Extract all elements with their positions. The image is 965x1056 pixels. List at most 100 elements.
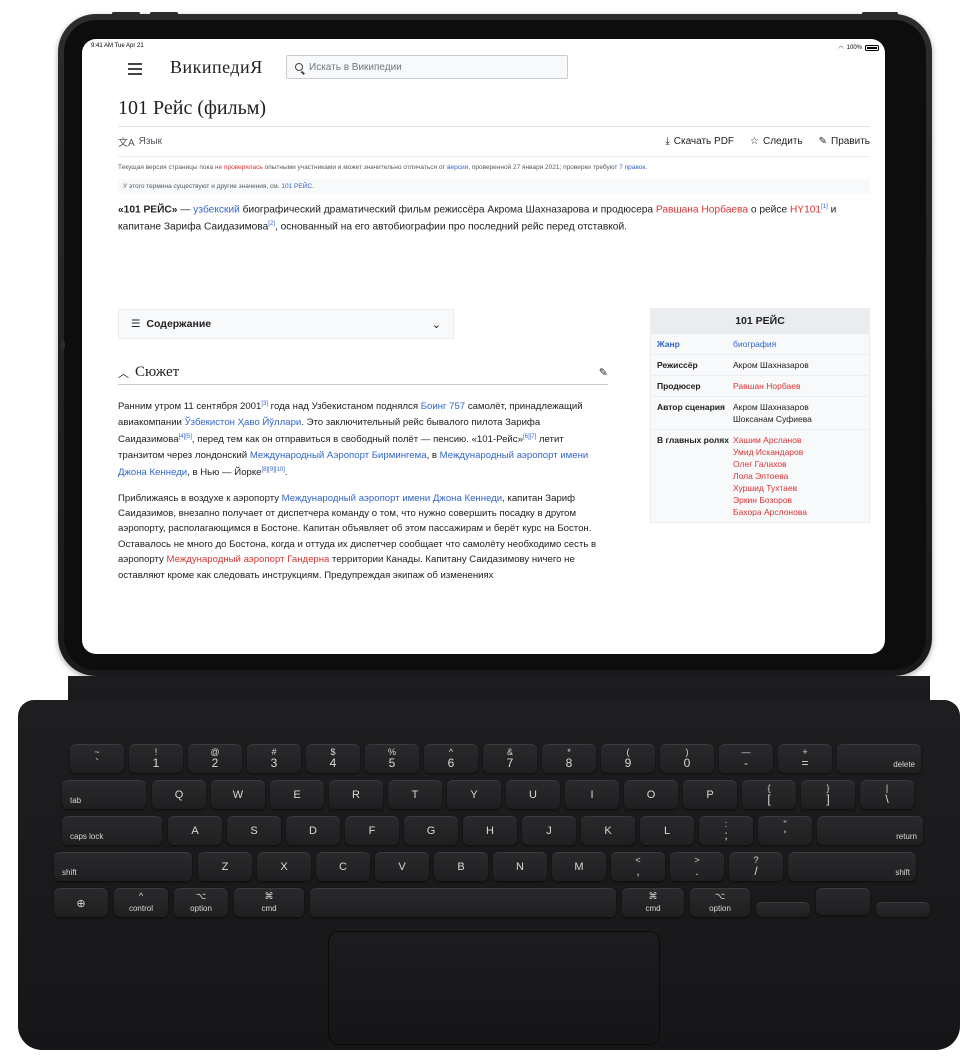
key[interactable]: O	[624, 780, 678, 809]
cmd-key[interactable]: ⌘ cmd	[234, 888, 304, 917]
key[interactable]: #3	[247, 744, 301, 773]
key[interactable]: ^ 6	[424, 744, 478, 773]
notice-link[interactable]: 7 правок	[619, 164, 645, 171]
cast-link[interactable]: Эркин Бозоров	[733, 494, 863, 506]
key[interactable]: H	[463, 816, 517, 845]
key[interactable]: >.	[670, 852, 724, 881]
key[interactable]: B	[434, 852, 488, 881]
para-link[interactable]: Боинг 757	[421, 401, 465, 412]
delete-key[interactable]: delete	[837, 744, 921, 773]
space-key[interactable]	[310, 888, 616, 917]
key[interactable]: F	[345, 816, 399, 845]
hatnote-link[interactable]: 101 РЕЙС	[281, 183, 312, 190]
footnote-ref[interactable]: [6][7]	[523, 434, 536, 440]
infobox-value[interactable]: Равшан Норбаев	[733, 380, 863, 392]
tab-key[interactable]: tab	[62, 780, 146, 809]
key[interactable]: * 8	[542, 744, 596, 773]
key[interactable]: D	[286, 816, 340, 845]
download-pdf-button[interactable]: ⤓ Скачать PDF	[665, 136, 734, 147]
key[interactable]: X	[257, 852, 311, 881]
key[interactable]: ? /	[729, 852, 783, 881]
key[interactable]: $4	[306, 744, 360, 773]
notice-link[interactable]: версии	[447, 164, 468, 171]
key[interactable]: | \	[860, 780, 914, 809]
section-heading[interactable]: ︿ Сюжет ✎	[118, 361, 608, 385]
toc-toggle[interactable]: ☰ Содержание ⌄	[118, 309, 454, 339]
shift-key[interactable]: shift	[788, 852, 916, 881]
watch-button[interactable]: ☆ Следить	[750, 136, 803, 147]
arrow-left-key[interactable]	[756, 902, 810, 917]
arrow-up-key[interactable]	[816, 888, 870, 915]
key[interactable]: }]	[801, 780, 855, 809]
key[interactable]: W	[211, 780, 265, 809]
key[interactable]: M	[552, 852, 606, 881]
menu-icon[interactable]	[128, 63, 142, 75]
infobox-key[interactable]: Жанр	[657, 338, 733, 350]
lead-link[interactable]: Равшана Норбаева	[656, 204, 748, 215]
key[interactable]: ! 1	[129, 744, 183, 773]
key[interactable]: L	[640, 816, 694, 845]
return-key[interactable]: return	[817, 816, 923, 845]
infobox-value[interactable]: биография	[733, 338, 863, 350]
footnote-ref[interactable]: [8][9][10]	[262, 467, 285, 473]
cmd-key[interactable]: ⌘ cmd	[622, 888, 684, 917]
globe-key[interactable]: ⊕	[54, 888, 108, 917]
key[interactable]: S	[227, 816, 281, 845]
cast-link[interactable]: Хуршид Тухтаев	[733, 482, 863, 494]
key[interactable]: — -	[719, 744, 773, 773]
key[interactable]: :;	[699, 816, 753, 845]
key[interactable]: K	[581, 816, 635, 845]
footnote-ref[interactable]: [3]	[261, 401, 268, 407]
shift-key[interactable]: shift	[54, 852, 192, 881]
cast-link[interactable]: Хашим Арсланов	[733, 434, 863, 446]
key[interactable]: + =	[778, 744, 832, 773]
control-key[interactable]: ^ control	[114, 888, 168, 917]
key[interactable]: ~ `	[70, 744, 124, 773]
key[interactable]: & 7	[483, 744, 537, 773]
footnote-ref[interactable]: [1]	[821, 204, 828, 210]
key[interactable]: @2	[188, 744, 242, 773]
option-key[interactable]: ⌥ option	[690, 888, 750, 917]
key[interactable]: " '	[758, 816, 812, 845]
key[interactable]: N	[493, 852, 547, 881]
para-link[interactable]: Международный аэропорт Гандерна	[167, 554, 330, 565]
wiki-logo[interactable]: ВикипедиЯ	[170, 57, 263, 78]
section-edit-icon[interactable]: ✎	[599, 366, 608, 379]
arrow-right-key[interactable]	[876, 902, 930, 917]
key[interactable]: ) 0	[660, 744, 714, 773]
key[interactable]: (9	[601, 744, 655, 773]
key[interactable]: % 5	[365, 744, 419, 773]
key[interactable]: T	[388, 780, 442, 809]
key[interactable]: I	[565, 780, 619, 809]
lead-link[interactable]: узбекский	[193, 204, 240, 215]
cast-link[interactable]: Бахора Арслонова	[733, 506, 863, 518]
key[interactable]: Z	[198, 852, 252, 881]
caps-lock-key[interactable]: caps lock	[62, 816, 162, 845]
key[interactable]: R	[329, 780, 383, 809]
option-key[interactable]: ⌥ option	[174, 888, 228, 917]
para-link[interactable]: Международный аэропорт имени Джона Кенне…	[282, 493, 502, 504]
notice-link[interactable]: не проверялась	[215, 164, 263, 171]
lead-link[interactable]: HY101	[790, 204, 821, 215]
footnote-ref[interactable]: [2]	[268, 221, 275, 227]
trackpad[interactable]	[329, 932, 659, 1044]
cast-link[interactable]: Умид Искандаров	[733, 446, 863, 458]
key[interactable]: Y	[447, 780, 501, 809]
cast-link[interactable]: Лола Элтоева	[733, 470, 863, 482]
key[interactable]: J	[522, 816, 576, 845]
cast-link[interactable]: Олег Галахов	[733, 458, 863, 470]
language-button[interactable]: 文A Язык	[118, 134, 162, 149]
key[interactable]: Q	[152, 780, 206, 809]
para-link[interactable]: Международный Аэропорт Бирмингема	[250, 450, 427, 461]
key[interactable]: <,	[611, 852, 665, 881]
key[interactable]: G	[404, 816, 458, 845]
edit-button[interactable]: ✎ Править	[819, 136, 870, 147]
key[interactable]: U	[506, 780, 560, 809]
footnote-ref[interactable]: [4][5]	[179, 434, 192, 440]
key[interactable]: V	[375, 852, 429, 881]
key[interactable]: A	[168, 816, 222, 845]
key[interactable]: E	[270, 780, 324, 809]
key[interactable]: P	[683, 780, 737, 809]
para-link[interactable]: Ўзбекистон Ҳаво Йўллари	[185, 417, 302, 428]
key[interactable]: {[	[742, 780, 796, 809]
